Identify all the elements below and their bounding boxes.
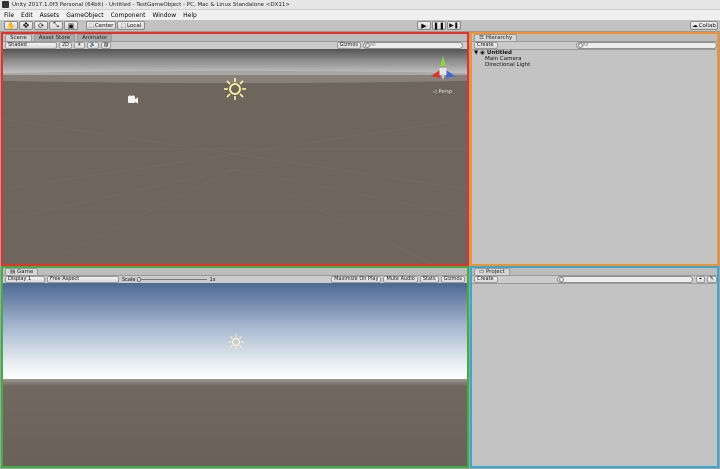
cloud-icon: ☁ [692, 22, 698, 29]
shading-dropdown[interactable]: Shaded [5, 42, 57, 49]
rect-icon: ▣ [67, 21, 75, 30]
project-create-dropdown[interactable]: Create [474, 276, 498, 283]
menu-component[interactable]: Component [111, 12, 146, 19]
display-dropdown[interactable]: Display 1 [5, 276, 45, 283]
tag-icon: ⌖ [698, 276, 702, 282]
menu-gameobject[interactable]: GameObject [66, 12, 103, 19]
lighting-toggle[interactable]: ☀ [74, 42, 85, 49]
project-content[interactable] [472, 284, 717, 462]
menu-file[interactable]: File [4, 12, 14, 19]
effects-dropdown[interactable]: ▨ [100, 42, 112, 49]
menu-edit[interactable]: Edit [21, 12, 33, 19]
tab-asset-store[interactable]: Asset Store [33, 34, 76, 41]
scene-tab-bar: Scene Asset Store Animator [3, 34, 467, 42]
pivot-label: Center [94, 22, 114, 29]
pivot-icon: ⬚ [88, 22, 94, 29]
rect-tool-button[interactable]: ▣ [64, 21, 78, 30]
scale-label: Scale [122, 276, 136, 283]
pivot-toggle-button[interactable]: ⬚ Center [86, 21, 116, 30]
scene-viewport[interactable]: ◁ Persp [3, 49, 467, 264]
scale-slider[interactable] [137, 277, 208, 282]
audio-toggle[interactable]: 🔈 [86, 42, 99, 49]
sun-icon: ☀ [77, 42, 82, 48]
step-button[interactable]: ▶❚ [447, 21, 461, 30]
maximize-on-play-toggle[interactable]: Maximize On Play [331, 276, 382, 283]
space-label: Local [126, 22, 142, 29]
hierarchy-icon: ☰ [479, 35, 484, 41]
scale-slider-thumb[interactable] [137, 277, 142, 282]
filter-by-type-button[interactable]: ⌖ [695, 276, 705, 283]
project-tab-bar: ▭ Project [472, 268, 717, 276]
scale-icon: ⤡ [53, 21, 59, 29]
folder-icon: ▭ [479, 269, 485, 275]
step-icon: ▶❚ [449, 22, 459, 29]
scene-panel: Scene Asset Store Animator Shaded 2D ☀ 🔈… [1, 32, 469, 266]
mode-2d-toggle[interactable]: 2D [59, 42, 73, 49]
scene-gizmos-dropdown[interactable]: Gizmos [336, 42, 361, 49]
project-panel: ▭ Project Create ⌖ ✎ [470, 266, 719, 468]
play-button[interactable]: ▶ [417, 21, 431, 30]
play-icon: ▶ [421, 21, 427, 30]
hand-icon: ✋ [6, 21, 16, 30]
scale-tool-button[interactable]: ⤡ [49, 21, 63, 30]
menu-bar: File Edit Assets GameObject Component Wi… [0, 10, 720, 20]
tab-game[interactable]: ▤ Game [5, 268, 39, 275]
move-tool-button[interactable]: ✥ [19, 21, 33, 30]
collab-label: Collab [698, 22, 716, 29]
hierarchy-toolbar: Create All [472, 42, 717, 50]
scale-slider-track [137, 279, 208, 280]
project-search-input[interactable] [556, 276, 693, 283]
tab-hierarchy[interactable]: ☰ Hierarchy [474, 34, 518, 41]
persp-arrow-icon: ◁ [433, 89, 437, 95]
rotate-tool-button[interactable]: ⟳ [34, 21, 48, 30]
game-panel: ▤ Game Display 1 Free Aspect Scale 1x Ma… [1, 266, 469, 468]
space-icon: ⬚ [120, 22, 126, 29]
scale-value: 1x [209, 276, 216, 283]
scene-orientation-gizmo[interactable] [429, 54, 457, 84]
space-toggle-button[interactable]: ⬚ Local [117, 21, 145, 30]
game-controller-icon: ▤ [10, 269, 16, 275]
tab-scene[interactable]: Scene [5, 34, 32, 41]
filter-by-label-button[interactable]: ✎ [706, 276, 717, 283]
pause-icon: ❚❚ [433, 21, 445, 30]
stats-toggle[interactable]: Stats [419, 276, 439, 283]
hierarchy-item-directional-light[interactable]: Directional Light [472, 62, 717, 69]
game-viewport[interactable] [3, 283, 467, 466]
label-icon: ✎ [709, 276, 714, 282]
scene-search-input[interactable]: All [363, 42, 463, 49]
aspect-dropdown[interactable]: Free Aspect [47, 276, 119, 283]
foldout-arrow-icon: ▼ [474, 50, 479, 56]
game-render [3, 283, 467, 466]
main-toolbar: ✋ ✥ ⟳ ⤡ ▣ ⬚ Center ⬚ Local ▶ ❚❚ ▶❚ ☁ Col… [0, 20, 720, 32]
sun-gizmo-icon [228, 334, 244, 350]
menu-assets[interactable]: Assets [40, 12, 60, 19]
speaker-icon: 🔈 [89, 42, 96, 48]
tab-project[interactable]: ▭ Project [474, 268, 510, 275]
title-bar: Unity 2017.1.0f3 Personal (64bit) - Unti… [0, 0, 720, 10]
unity-logo-icon [2, 1, 9, 8]
game-gizmos-dropdown[interactable]: Gizmos [440, 276, 465, 283]
game-tab-bar: ▤ Game [3, 268, 467, 276]
rotate-icon: ⟳ [38, 21, 44, 30]
directional-light-gizmo-icon[interactable] [223, 77, 247, 101]
hand-tool-button[interactable]: ✋ [4, 21, 18, 30]
hierarchy-search-input[interactable]: All [575, 42, 717, 49]
menu-help[interactable]: Help [183, 12, 197, 19]
camera-gizmo-icon[interactable] [127, 95, 139, 105]
hierarchy-panel: ☰ Hierarchy Create All ▼ ◉ Untitled Main… [470, 32, 719, 266]
collab-button[interactable]: ☁ Collab [690, 21, 718, 30]
image-icon: ▨ [103, 42, 109, 48]
menu-window[interactable]: Window [152, 12, 176, 19]
tab-animator[interactable]: Animator [77, 34, 113, 41]
hierarchy-tab-bar: ☰ Hierarchy [472, 34, 717, 42]
project-toolbar: Create ⌖ ✎ [472, 276, 717, 284]
move-icon: ✥ [22, 21, 30, 30]
mute-audio-toggle[interactable]: Mute Audio [383, 276, 418, 283]
hierarchy-create-dropdown[interactable]: Create [474, 42, 498, 49]
persp-label[interactable]: ◁ Persp [433, 89, 452, 95]
pause-button[interactable]: ❚❚ [432, 21, 446, 30]
window-title: Unity 2017.1.0f3 Personal (64bit) - Unti… [12, 1, 291, 8]
